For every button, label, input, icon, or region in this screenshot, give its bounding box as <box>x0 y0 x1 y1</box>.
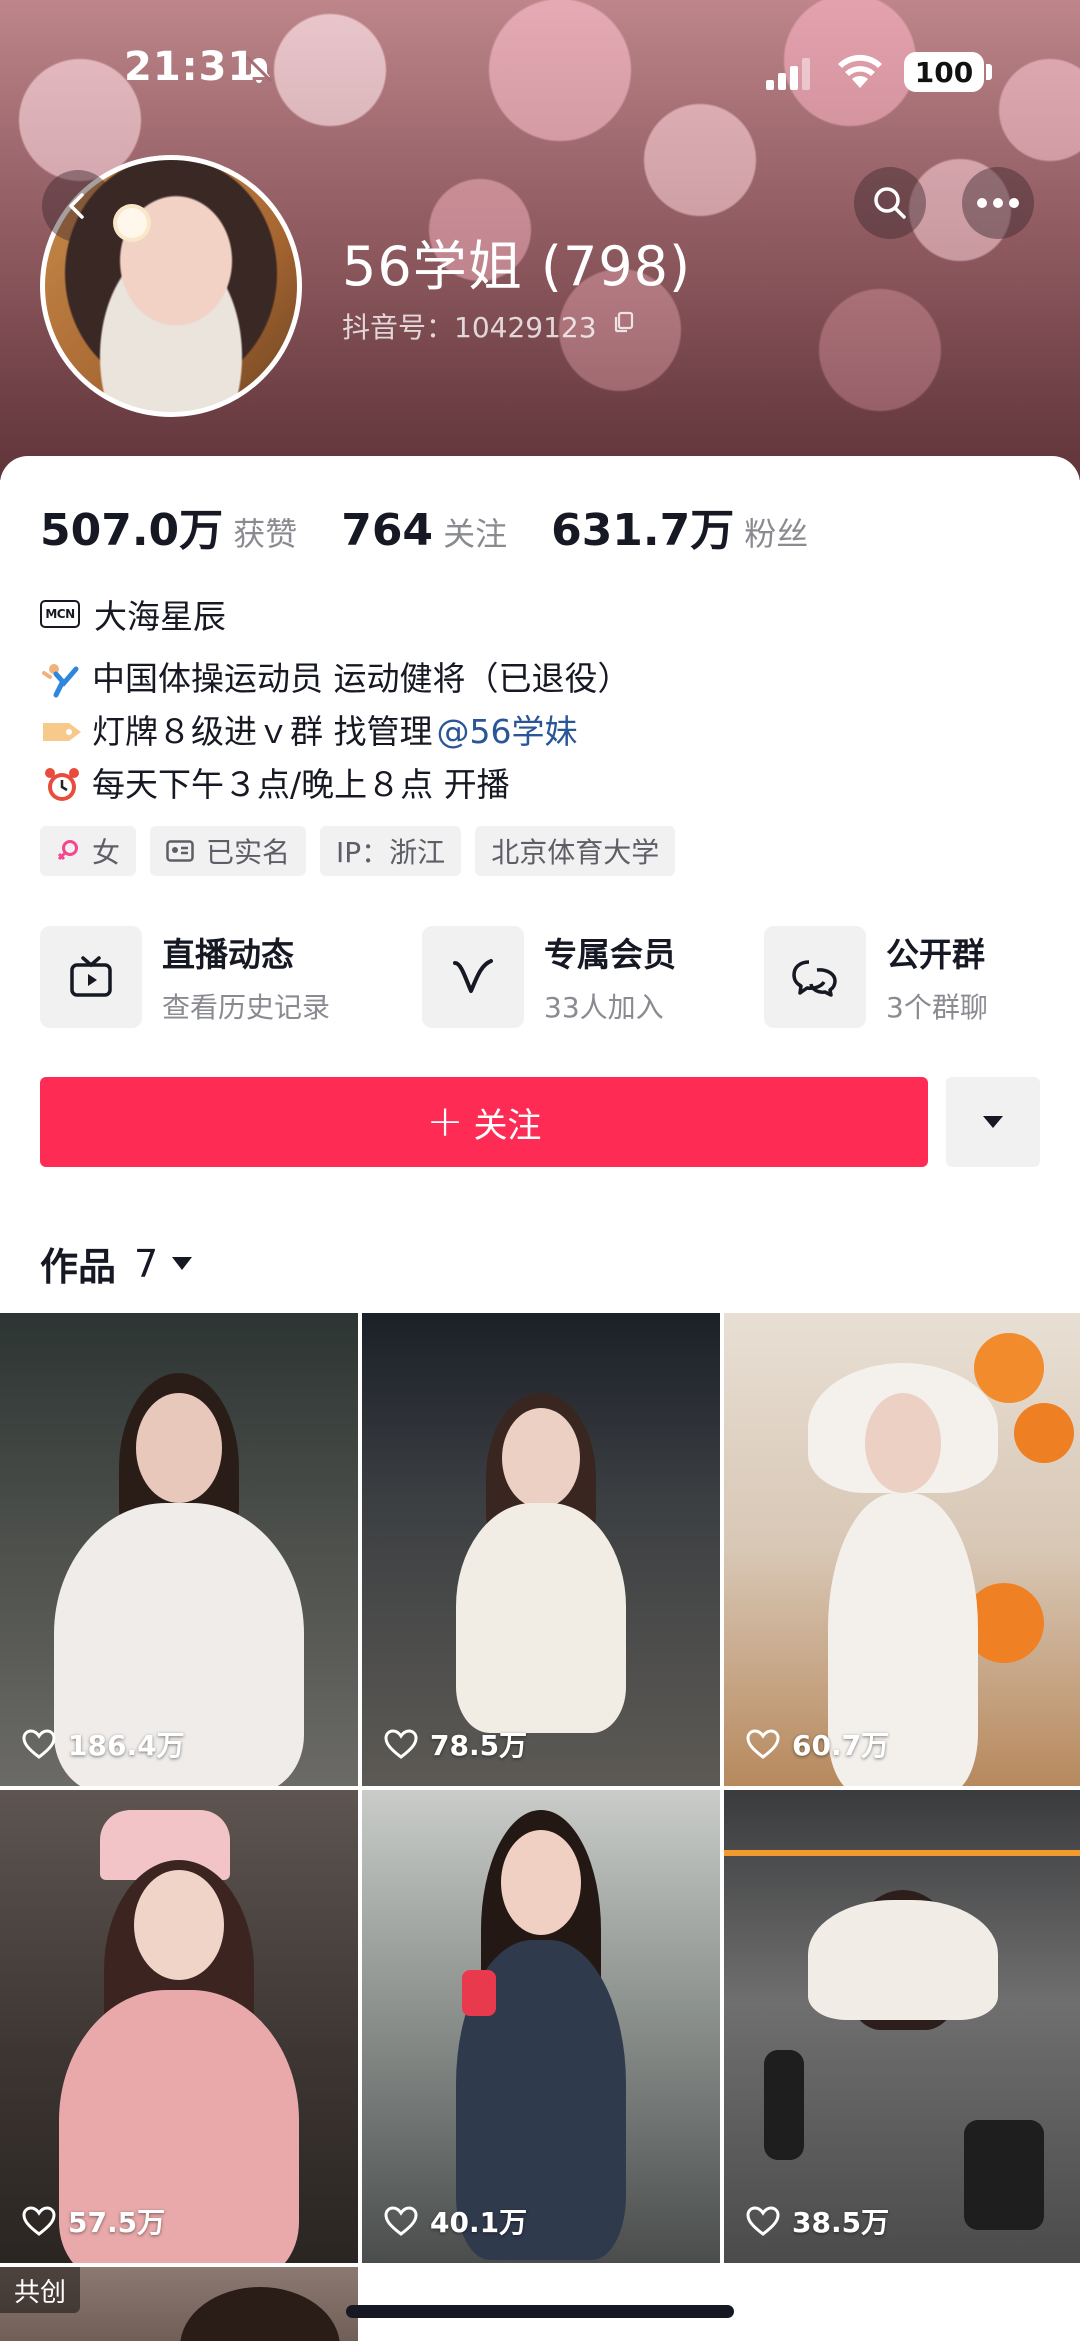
heart-icon <box>384 2206 418 2236</box>
video-thumbnail[interactable]: 40.1万 <box>362 1790 720 2263</box>
follow-button-label: 关注 <box>473 1105 542 1146</box>
bell-mute-icon <box>245 55 273 83</box>
works-count: 7 <box>134 1241 159 1286</box>
bio-text-3: 每天下午３点/晚上８点 开播 <box>92 765 510 804</box>
likes-label: 获赞 <box>233 515 298 553</box>
more-dots-icon <box>977 198 1019 208</box>
caret-down-icon <box>172 1257 193 1270</box>
flower-decoration <box>117 208 147 238</box>
bio-line-3: 每天下午３点/晚上８点 开播 <box>40 758 631 811</box>
likes-count: 60.7万 <box>792 1729 890 1762</box>
tv-icon <box>40 926 142 1028</box>
bio-line-2: 灯牌８级进ｖ群 找管理 @56学妹 <box>40 705 631 758</box>
works-label: 作品 <box>40 1245 117 1289</box>
likes-count: 40.1万 <box>430 2206 528 2239</box>
live-history-sub: 查看历史记录 <box>162 991 331 1024</box>
signal-icon <box>766 58 810 90</box>
school-tag-label: 北京体育大学 <box>491 836 660 869</box>
public-group-entry[interactable]: 公开群 3个群聊 <box>764 926 988 1028</box>
likes-count: 78.5万 <box>430 1729 528 1762</box>
live-history-title: 直播动态 <box>162 935 294 974</box>
search-button[interactable] <box>854 167 926 239</box>
heart-icon <box>22 2206 56 2236</box>
heart-icon <box>746 2206 780 2236</box>
video-thumbnail[interactable]: 57.5万 <box>0 1790 358 2263</box>
video-thumbnail[interactable]: 共创 <box>0 2267 358 2341</box>
likes-indicator: 57.5万 <box>22 2201 165 2241</box>
video-thumbnail[interactable]: 38.5万 <box>724 1790 1080 2263</box>
battery-cap <box>986 64 992 80</box>
mcn-name: 大海星辰 <box>94 597 226 636</box>
likes-count: 38.5万 <box>792 2206 890 2239</box>
video-thumbnail[interactable]: 186.4万 <box>0 1313 358 1786</box>
tag-row: 女 已实名 IP：浙江 北京体育大学 <box>40 826 689 876</box>
following-label[interactable]: 关注 <box>443 509 507 555</box>
stats-row: 507.0万 获赞 764 关注 631.7万 粉丝 <box>40 494 852 558</box>
alarm-clock-emoji-icon <box>40 763 84 807</box>
co-creation-badge: 共创 <box>0 2267 81 2313</box>
services-row: 直播动态 查看历史记录 专属会员 33人加入 公开群 3个群聊 <box>40 926 1050 1028</box>
follow-button[interactable]: + 关注 <box>40 1077 928 1167</box>
mcn-row[interactable]: MCN 大海星辰 <box>40 590 226 638</box>
bio-line-1: 中国体操运动员 运动健将（已退役） <box>40 652 631 705</box>
mcn-icon: MCN <box>40 600 80 628</box>
likes-count: 186.4万 <box>68 1729 185 1762</box>
recommend-dropdown-button[interactable] <box>946 1077 1040 1167</box>
back-button[interactable] <box>42 170 114 242</box>
douyin-id: 抖音号：10429123 <box>342 311 597 344</box>
gender-tag-label: 女 <box>92 836 121 869</box>
video-thumbnail[interactable]: 60.7万 <box>724 1313 1080 1786</box>
caret-down-icon <box>983 1116 1003 1128</box>
following-count[interactable]: 764 <box>341 505 433 556</box>
chat-icon <box>764 926 866 1028</box>
heart-icon <box>22 1729 56 1759</box>
likes-indicator: 78.5万 <box>384 1724 527 1764</box>
bio: 中国体操运动员 运动健将（已退役） 灯牌８级进ｖ群 找管理 @56学妹 每天下午… <box>40 652 631 811</box>
copy-icon[interactable] <box>612 310 636 334</box>
female-icon <box>56 838 80 864</box>
followers-label[interactable]: 粉丝 <box>744 509 808 555</box>
verified-tag-label: 已实名 <box>206 836 291 869</box>
id-card-icon <box>166 840 194 862</box>
membership-entry[interactable]: 专属会员 33人加入 <box>422 926 676 1028</box>
membership-sub: 33人加入 <box>544 991 664 1024</box>
profile-name: 56学姐 (798) <box>342 235 692 298</box>
bio-text-1: 中国体操运动员 运动健将（已退役） <box>92 659 631 698</box>
likes-count: 57.5万 <box>68 2206 166 2239</box>
public-group-sub: 3个群聊 <box>886 991 988 1024</box>
ip-tag-label: IP：浙江 <box>336 836 446 869</box>
school-tag[interactable]: 北京体育大学 <box>475 826 676 876</box>
more-button[interactable] <box>962 167 1034 239</box>
plus-icon: + <box>426 1096 464 1147</box>
live-history-entry[interactable]: 直播动态 查看历史记录 <box>40 926 330 1028</box>
wifi-icon <box>838 54 882 88</box>
ip-tag: IP：浙江 <box>320 826 462 876</box>
likes-count: 507.0万 <box>40 505 224 556</box>
heart-icon <box>746 1729 780 1759</box>
label-tag-emoji-icon <box>40 710 84 754</box>
chevron-left-icon <box>69 193 84 219</box>
public-group-title: 公开群 <box>886 935 985 974</box>
followers-count[interactable]: 631.7万 <box>551 494 734 558</box>
video-thumbnail[interactable]: 78.5万 <box>362 1313 720 1786</box>
likes-indicator: 38.5万 <box>746 2201 889 2241</box>
bio-text-2: 灯牌８级进ｖ群 找管理 <box>92 712 433 751</box>
likes-indicator: 186.4万 <box>22 1724 185 1764</box>
membership-title: 专属会员 <box>544 935 676 974</box>
likes-indicator: 40.1万 <box>384 2201 527 2241</box>
heart-icon <box>384 1729 418 1759</box>
search-icon <box>874 187 906 219</box>
verified-tag[interactable]: 已实名 <box>150 826 307 876</box>
gymnast-emoji-icon <box>40 657 84 701</box>
gender-tag: 女 <box>40 826 137 876</box>
battery-indicator: 100 <box>904 52 984 92</box>
mention-link[interactable]: @56学妹 <box>437 705 578 758</box>
v-icon <box>422 926 524 1028</box>
works-tab[interactable]: 作品 7 <box>40 1236 193 1291</box>
likes-indicator: 60.7万 <box>746 1724 889 1764</box>
home-indicator[interactable] <box>346 2305 734 2318</box>
status-time: 21:31 <box>124 44 257 90</box>
